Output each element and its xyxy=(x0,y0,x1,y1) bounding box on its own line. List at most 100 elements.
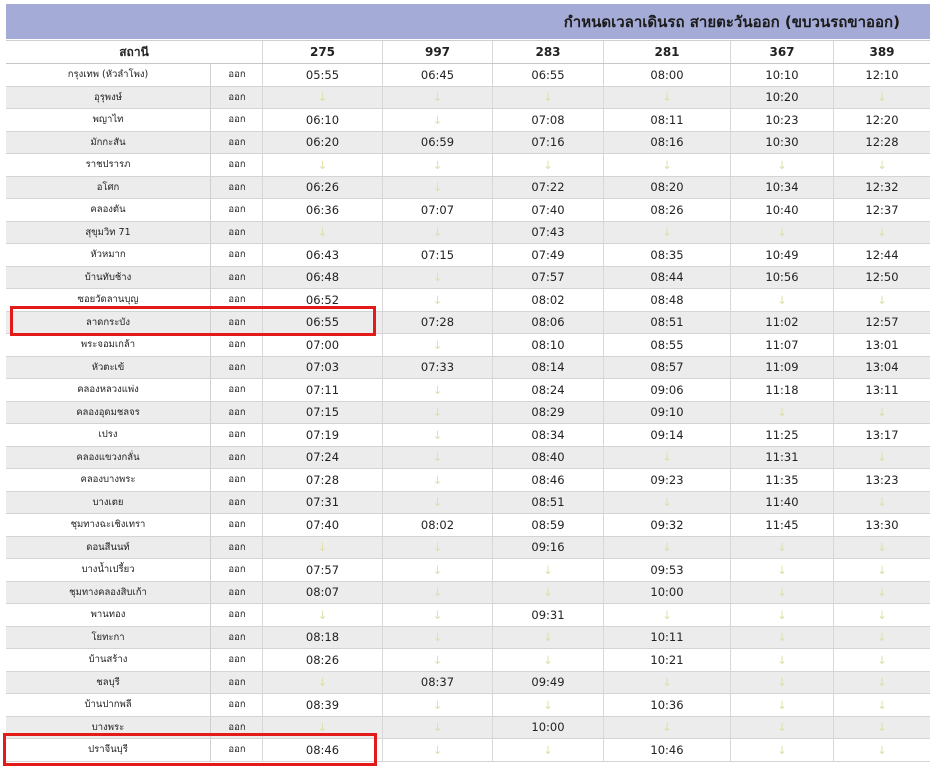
departure-time: 11:02 xyxy=(730,311,833,333)
direction-label: ออก xyxy=(210,536,263,558)
pass-through-arrow: ↓ xyxy=(730,154,833,176)
station-name: ชุมทางฉะเชิงเทรา xyxy=(70,519,146,531)
pass-through-arrow: ↓ xyxy=(382,154,492,176)
departure-time: 07:57 xyxy=(262,559,382,581)
pass-through-arrow: ↓ xyxy=(492,559,603,581)
departure-time: 10:20 xyxy=(730,86,833,108)
table-row: คลองอุดมชลจร ออก 07:15 ↓ 08:29 09:10 ↓ ↓ xyxy=(6,401,930,424)
table-row: คลองตัน ออก 06:36 07:07 07:40 08:26 10:40 12:37 xyxy=(6,199,930,222)
direction-label: ออก xyxy=(210,356,263,378)
table-row: หัวหมาก ออก 06:43 07:15 07:49 08:35 10:49 12:44 xyxy=(6,244,930,267)
direction-label: ออก xyxy=(210,559,263,581)
table-row: ดอนสีนนท์ ออก ↓ ↓ 09:16 ↓ ↓ ↓ xyxy=(6,536,930,559)
departure-time: 07:49 xyxy=(492,244,603,266)
pass-through-arrow: ↓ xyxy=(382,109,492,131)
departure-time: 08:44 xyxy=(603,266,730,288)
departure-time: 09:06 xyxy=(603,379,730,401)
departure-time: 09:16 xyxy=(492,536,603,558)
departure-time: 08:02 xyxy=(492,289,603,311)
departure-time: 06:26 xyxy=(262,176,382,198)
table-row: คลองบางพระ ออก 07:28 ↓ 08:46 09:23 11:35 13:23 xyxy=(6,469,930,492)
pass-through-arrow: ↓ xyxy=(833,221,930,243)
direction-label: ออก xyxy=(210,154,263,176)
table-row: อโศก ออก 06:26 ↓ 07:22 08:20 10:34 12:32 xyxy=(6,176,930,199)
departure-time: 09:23 xyxy=(603,469,730,491)
direction-label: ออก xyxy=(210,199,263,221)
departure-time: 09:14 xyxy=(603,424,730,446)
pass-through-arrow: ↓ xyxy=(833,154,930,176)
pass-through-arrow: ↓ xyxy=(382,559,492,581)
departure-time: 08:37 xyxy=(382,671,492,693)
pass-through-arrow: ↓ xyxy=(262,86,382,108)
timetable: สถานี 275 997 283 281 367 389 กรุงเทพ (ห… xyxy=(6,40,930,762)
departure-time: 13:23 xyxy=(833,469,930,491)
pass-through-arrow: ↓ xyxy=(833,716,930,738)
departure-time: 08:24 xyxy=(492,379,603,401)
train-number-header: 997 xyxy=(382,41,492,63)
pass-through-arrow: ↓ xyxy=(492,154,603,176)
table-row: กรุงเทพ (หัวลำโพง) ออก 05:55 06:45 06:55 08:0… xyxy=(6,64,930,87)
departure-time: 05:55 xyxy=(262,64,382,86)
departure-time: 09:31 xyxy=(492,604,603,626)
page-title: กำหนดเวลาเดินรถ สายตะวันออก (ขบวนรถขาออก… xyxy=(563,13,900,31)
pass-through-arrow: ↓ xyxy=(603,536,730,558)
table-row: พญาไท ออก 06:10 ↓ 07:08 08:11 10:23 12:20 xyxy=(6,109,930,132)
pass-through-arrow: ↓ xyxy=(833,559,930,581)
departure-time: 07:00 xyxy=(262,334,382,356)
table-row: คลองแขวงกลั่น ออก 07:24 ↓ 08:40 ↓ 11:31 ↓ xyxy=(6,446,930,469)
departure-time: 06:55 xyxy=(492,64,603,86)
table-row: มักกะสัน ออก 06:20 06:59 07:16 08:16 10:30 12:2… xyxy=(6,131,930,154)
departure-time: 08:10 xyxy=(492,334,603,356)
pass-through-arrow: ↓ xyxy=(492,649,603,671)
table-row: ราชปรารภ ออก ↓ ↓ ↓ ↓ ↓ ↓ xyxy=(6,154,930,177)
departure-time: 09:49 xyxy=(492,671,603,693)
departure-time: 11:45 xyxy=(730,514,833,536)
pass-through-arrow: ↓ xyxy=(382,446,492,468)
pass-through-arrow: ↓ xyxy=(382,536,492,558)
departure-time: 08:14 xyxy=(492,356,603,378)
pass-through-arrow: ↓ xyxy=(382,716,492,738)
train-number-header: 275 xyxy=(262,41,382,63)
direction-label: ออก xyxy=(210,671,263,693)
departure-time: 08:11 xyxy=(603,109,730,131)
departure-time: 07:28 xyxy=(262,469,382,491)
station-column-header: สถานี xyxy=(119,44,149,59)
pass-through-arrow: ↓ xyxy=(382,401,492,423)
departure-time: 08:34 xyxy=(492,424,603,446)
departure-time: 10:11 xyxy=(603,626,730,648)
departure-time: 08:39 xyxy=(262,694,382,716)
pass-through-arrow: ↓ xyxy=(382,379,492,401)
departure-time: 11:25 xyxy=(730,424,833,446)
departure-time: 06:36 xyxy=(262,199,382,221)
departure-time: 06:59 xyxy=(382,131,492,153)
station-name: คลองแขวงกลั่น xyxy=(76,451,140,463)
departure-time: 12:20 xyxy=(833,109,930,131)
pass-through-arrow: ↓ xyxy=(833,739,930,761)
station-name: พญาไท xyxy=(92,114,124,126)
departure-time: 10:10 xyxy=(730,64,833,86)
departure-time: 13:04 xyxy=(833,356,930,378)
departure-time: 08:16 xyxy=(603,131,730,153)
table-row: ชุมทางคลองสิบเก้า ออก 08:07 ↓ ↓ 10:00 ↓ ↓ xyxy=(6,581,930,604)
pass-through-arrow: ↓ xyxy=(603,86,730,108)
departure-time: 11:31 xyxy=(730,446,833,468)
pass-through-arrow: ↓ xyxy=(833,581,930,603)
departure-time: 08:20 xyxy=(603,176,730,198)
direction-label: ออก xyxy=(210,176,263,198)
table-row: บ้านทับช้าง ออก 06:48 ↓ 07:57 08:44 10:56 12:50 xyxy=(6,266,930,289)
table-row: ชุมทางฉะเชิงเทรา ออก 07:40 08:02 08:59 09:32 1… xyxy=(6,514,930,537)
pass-through-arrow: ↓ xyxy=(262,536,382,558)
station-name: ชลบุรี xyxy=(96,676,120,688)
departure-time: 07:28 xyxy=(382,311,492,333)
pass-through-arrow: ↓ xyxy=(382,469,492,491)
table-row: เปรง ออก 07:19 ↓ 08:34 09:14 11:25 13:17 xyxy=(6,424,930,447)
pass-through-arrow: ↓ xyxy=(603,491,730,513)
departure-time: 11:18 xyxy=(730,379,833,401)
pass-through-arrow: ↓ xyxy=(730,626,833,648)
pass-through-arrow: ↓ xyxy=(730,289,833,311)
pass-through-arrow: ↓ xyxy=(730,221,833,243)
departure-time: 06:10 xyxy=(262,109,382,131)
departure-time: 11:09 xyxy=(730,356,833,378)
station-name: กรุงเทพ (หัวลำโพง) xyxy=(67,69,149,81)
direction-label: ออก xyxy=(210,649,263,671)
